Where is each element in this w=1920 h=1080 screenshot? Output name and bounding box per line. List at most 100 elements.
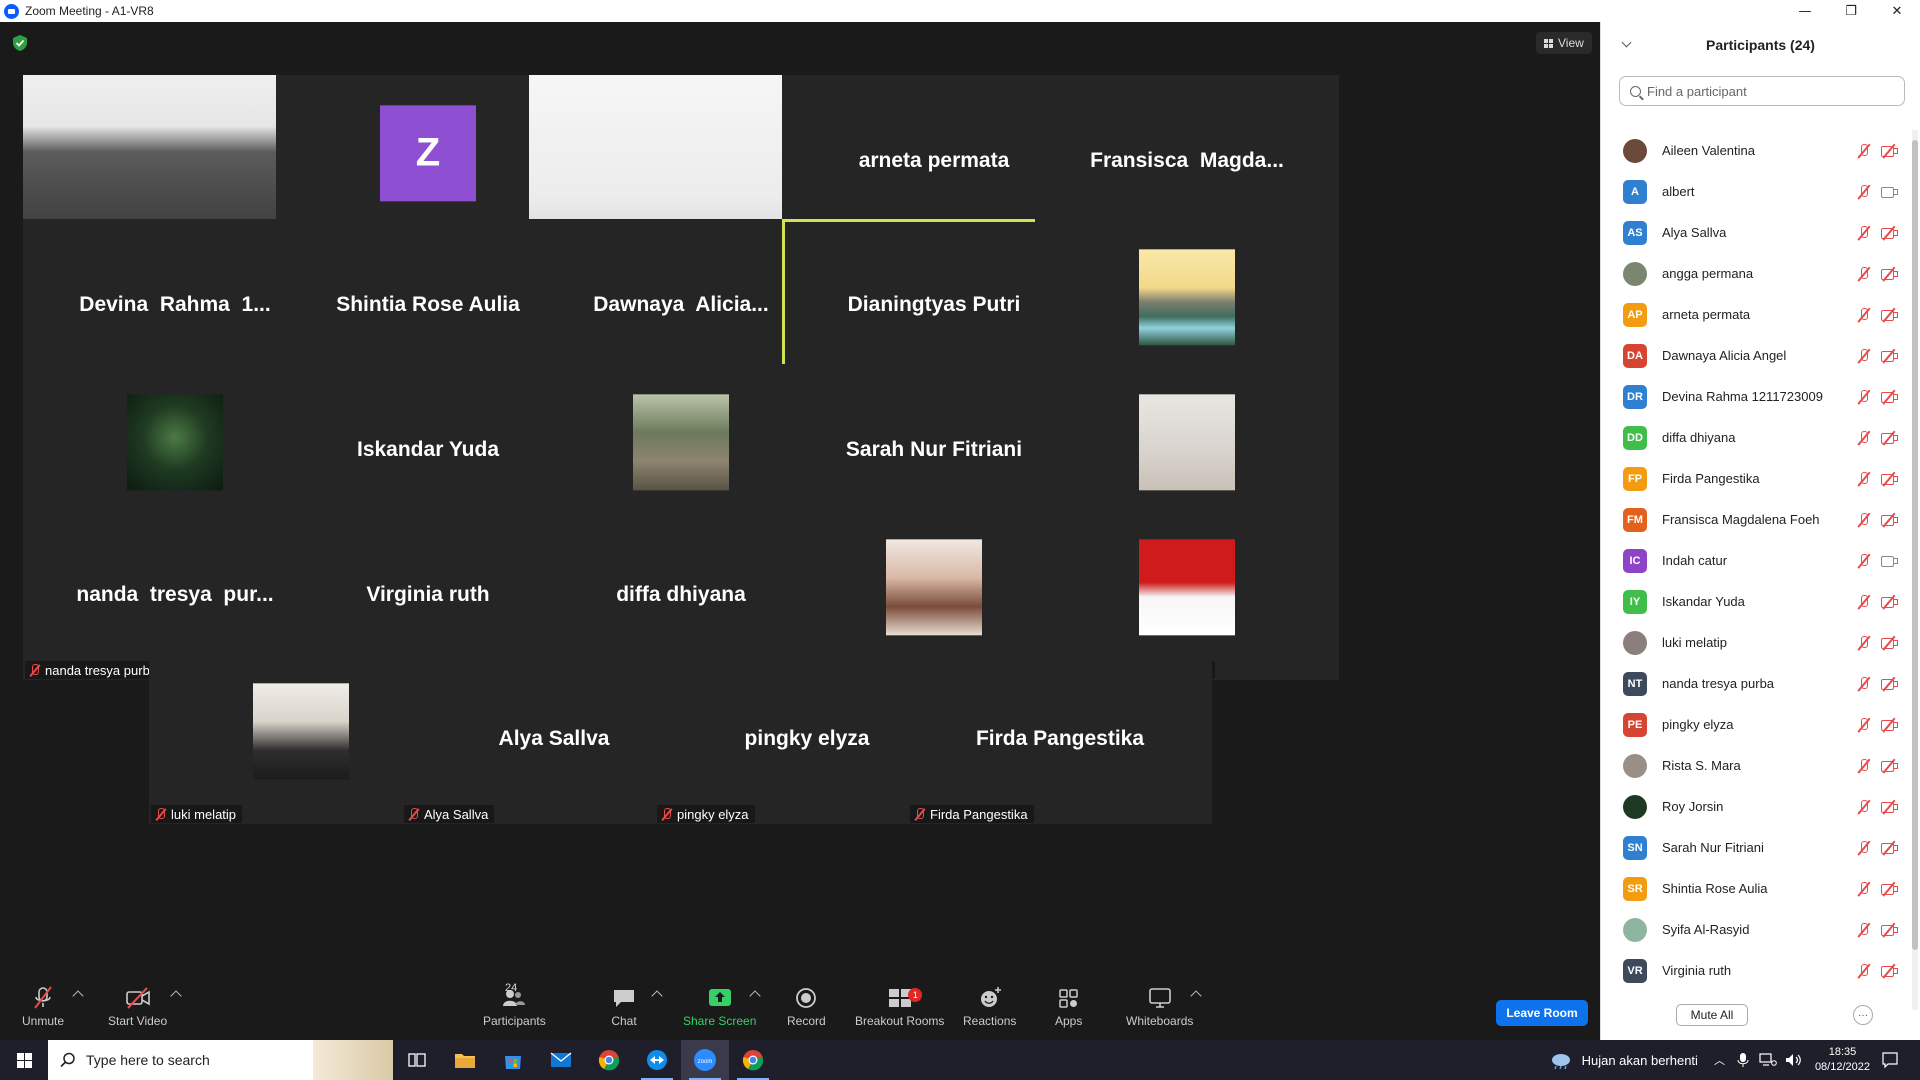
- participants-panel: Participants (24) Aileen Valentina Aalber…: [1600, 22, 1920, 1040]
- start-video-label: Start Video: [108, 1014, 168, 1028]
- share-screen-button[interactable]: Share Screen: [683, 986, 756, 1028]
- avatar: AS: [1623, 220, 1647, 245]
- apps-icon: [1058, 989, 1078, 1008]
- whiteboards-label: Whiteboards: [1126, 1014, 1194, 1028]
- microphone-tray-icon[interactable]: [1737, 1052, 1749, 1068]
- taskbar-search-input[interactable]: [86, 1052, 286, 1068]
- share-screen-icon: [708, 989, 731, 1006]
- participant-name: luki melatip: [171, 806, 237, 822]
- participant-list: Aileen Valentina Aalbert AS Alya Sallva angg…: [1601, 130, 1913, 991]
- mic-muted-icon: [408, 807, 420, 821]
- avatar: [1623, 261, 1647, 286]
- taskbar-clock[interactable]: 18:35 08/12/2022: [1815, 1045, 1870, 1075]
- audio-options-caret[interactable]: [72, 990, 84, 1002]
- unmute-button[interactable]: Unmute: [22, 986, 64, 1028]
- title-bar: Zoom Meeting - A1-VR8 — ❐ ✕: [0, 0, 1920, 22]
- video-off-icon: [1881, 472, 1898, 486]
- participant-row[interactable]: DD diffa dhiyana: [1601, 417, 1913, 458]
- participant-row[interactable]: luki melatip: [1601, 622, 1913, 663]
- scrollbar-thumb[interactable]: [1912, 140, 1918, 950]
- start-button[interactable]: [0, 1040, 48, 1080]
- video-off-icon: [1881, 144, 1898, 158]
- participant-row[interactable]: AS Alya Sallva: [1601, 212, 1913, 253]
- participant-row[interactable]: IC Indah catur: [1601, 540, 1913, 581]
- task-view-icon[interactable]: [393, 1040, 441, 1080]
- record-icon: [796, 988, 817, 1008]
- chat-options-caret[interactable]: [651, 990, 663, 1002]
- participant-row[interactable]: Aileen Valentina: [1601, 130, 1913, 171]
- participant-row[interactable]: FM Fransisca Magdalena Foeh: [1601, 499, 1913, 540]
- participant-row[interactable]: IY Iskandar Yuda: [1601, 581, 1913, 622]
- chat-button[interactable]: Chat: [611, 986, 637, 1028]
- taskbar-search[interactable]: [48, 1040, 393, 1080]
- mic-muted-icon: [1857, 595, 1871, 609]
- start-video-button[interactable]: Start Video: [108, 986, 167, 1028]
- weather-text[interactable]: Hujan akan berhenti: [1582, 1053, 1698, 1068]
- participant-row[interactable]: angga permana: [1601, 253, 1913, 294]
- video-off-icon: [1881, 677, 1898, 691]
- participant-row[interactable]: SR Shintia Rose Aulia: [1601, 868, 1913, 909]
- security-shield-icon[interactable]: [12, 34, 28, 52]
- participant-name: Syifa Al-Rasyid: [1662, 922, 1750, 937]
- mic-muted-icon: [1857, 554, 1871, 568]
- notifications-icon[interactable]: [1882, 1052, 1898, 1068]
- participant-row[interactable]: VR Virginia ruth: [1601, 950, 1913, 991]
- participant-name: Firda Pangestika: [930, 806, 1028, 822]
- reactions-icon: [980, 987, 1001, 1007]
- teamviewer-icon[interactable]: [633, 1040, 681, 1080]
- reactions-button[interactable]: Reactions: [963, 986, 1016, 1028]
- avatar: SN: [1623, 835, 1647, 860]
- window-title: Zoom Meeting - A1-VR8: [25, 4, 154, 18]
- zoom-taskbar-icon[interactable]: zoom: [681, 1040, 729, 1080]
- mic-muted-icon: [1857, 923, 1871, 937]
- chrome-window-icon[interactable]: [729, 1040, 777, 1080]
- mic-muted-icon: [1857, 718, 1871, 732]
- participant-row[interactable]: Roy Jorsin: [1601, 786, 1913, 827]
- participant-search[interactable]: [1619, 76, 1905, 106]
- view-button-label: View: [1558, 36, 1584, 50]
- participant-row[interactable]: PE pingky elyza: [1601, 704, 1913, 745]
- mute-all-button[interactable]: Mute All: [1676, 1004, 1748, 1026]
- apps-button[interactable]: Apps: [1055, 986, 1082, 1028]
- minimize-button[interactable]: —: [1782, 0, 1828, 22]
- avatar: FM: [1623, 507, 1647, 532]
- participant-list-scrollbar[interactable]: [1912, 130, 1918, 1010]
- maximize-button[interactable]: ❐: [1828, 0, 1874, 22]
- collapse-chevron-icon[interactable]: [1621, 37, 1632, 48]
- video-off-icon: [1881, 267, 1898, 281]
- video-tile[interactable]: Firda Pangestika Firda Pangestika: [908, 653, 1212, 824]
- participant-row[interactable]: SN Sarah Nur Fitriani: [1601, 827, 1913, 868]
- mail-icon[interactable]: [537, 1040, 585, 1080]
- participant-row[interactable]: Syifa Al-Rasyid: [1601, 909, 1913, 950]
- participant-row[interactable]: AP arneta permata: [1601, 294, 1913, 335]
- leave-room-button[interactable]: Leave Room: [1496, 1000, 1588, 1026]
- participant-row[interactable]: DR Devina Rahma 1211723009: [1601, 376, 1913, 417]
- panel-header: Participants (24): [1601, 22, 1920, 68]
- participant-row[interactable]: FP Firda Pangestika: [1601, 458, 1913, 499]
- show-hidden-icons-chevron[interactable]: ︿: [1714, 1052, 1725, 1068]
- view-button[interactable]: View: [1536, 32, 1592, 54]
- participant-row[interactable]: NT nanda tresya purba: [1601, 663, 1913, 704]
- participant-row[interactable]: Rista S. Mara: [1601, 745, 1913, 786]
- close-button[interactable]: ✕: [1874, 0, 1920, 22]
- profile-picture: [633, 393, 729, 490]
- chrome-icon[interactable]: [585, 1040, 633, 1080]
- windows-logo-icon: [16, 1052, 32, 1068]
- volume-icon[interactable]: [1785, 1053, 1803, 1067]
- participant-row[interactable]: Aalbert: [1601, 171, 1913, 212]
- record-button[interactable]: Record: [787, 986, 826, 1028]
- participant-row[interactable]: DA Dawnaya Alicia Angel: [1601, 335, 1913, 376]
- avatar: [1623, 794, 1647, 819]
- microsoft-store-icon[interactable]: [489, 1040, 537, 1080]
- file-explorer-icon[interactable]: [441, 1040, 489, 1080]
- network-icon[interactable]: [1759, 1053, 1777, 1067]
- breakout-rooms-button[interactable]: 1 Breakout Rooms: [855, 986, 944, 1028]
- more-options-button[interactable]: ···: [1853, 1005, 1873, 1025]
- whiteboards-button[interactable]: Whiteboards: [1126, 986, 1193, 1028]
- participant-name: Sarah Nur Fitriani: [1662, 840, 1764, 855]
- share-screen-label: Share Screen: [683, 1014, 757, 1028]
- weather-cloud-icon[interactable]: [1548, 1050, 1574, 1070]
- participant-search-input[interactable]: [1647, 83, 1897, 99]
- participants-button[interactable]: 24 Participants: [483, 982, 546, 1028]
- video-options-caret[interactable]: [170, 990, 182, 1002]
